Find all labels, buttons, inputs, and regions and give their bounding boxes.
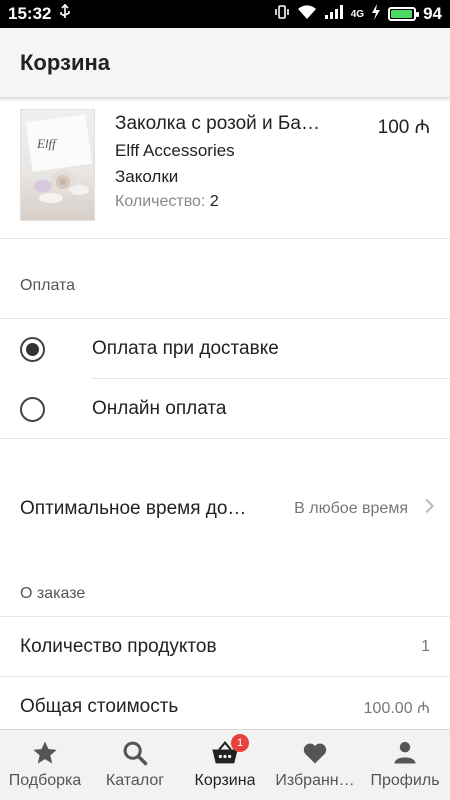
payment-option-label: Онлайн оплата (92, 397, 227, 419)
nav-item-cart[interactable]: 1 Корзина (180, 730, 270, 800)
payment-section-header: Оплата (0, 239, 450, 319)
nav-item-profile[interactable]: Профиль (360, 730, 450, 800)
status-time: 15:32 (8, 4, 52, 23)
battery-icon (388, 7, 420, 21)
heart-icon (300, 738, 330, 768)
nav-label: Каталог (105, 772, 165, 789)
payment-option-cash-on-delivery[interactable]: Оплата при доставке (0, 319, 450, 379)
battery-percent: 94 (423, 4, 442, 23)
nav-label: Корзина (194, 772, 256, 789)
order-row-total-cost: Общая стоимость 100.00 ₼ (0, 677, 450, 729)
charging-icon (371, 3, 381, 25)
order-row-product-count: Количество продуктов 1 (0, 617, 450, 677)
search-icon (120, 738, 150, 768)
radio-unchecked-icon[interactable] (20, 397, 45, 422)
star-icon (30, 738, 60, 768)
delivery-time-row[interactable]: Оптимальное время до… В любое время (0, 479, 450, 539)
order-row-label: Количество продуктов (20, 635, 217, 657)
delivery-time-label: Оптимальное время до… (20, 498, 247, 519)
bottom-navigation: Подборка Каталог 1 Корзина Избранн… Проф… (0, 729, 450, 800)
product-price: 100 ₼ (377, 117, 430, 138)
payment-option-label: Оплата при доставке (92, 338, 279, 359)
wifi-icon (297, 4, 317, 25)
order-row-value: 100.00 ₼ (363, 699, 430, 717)
nav-item-favorites[interactable]: Избранн… (270, 730, 360, 800)
battery-level-fill (391, 10, 412, 18)
network-type: 4G (350, 8, 365, 20)
cart-badge: 1 (231, 734, 249, 752)
nav-label: Подборка (8, 772, 82, 789)
product-brand: Elff Accessories (115, 141, 235, 160)
product-quantity-label: Количество: (115, 193, 206, 210)
person-icon (390, 738, 420, 768)
nav-label: Избранн… (275, 772, 355, 789)
chevron-right-icon (419, 498, 435, 514)
product-quantity: Количество: 2 (115, 193, 219, 211)
nav-label: Профиль (370, 772, 440, 789)
signal-icon (324, 4, 344, 25)
product-name: Заколка с розой и Ба… (115, 113, 320, 134)
order-section-header: О заказе (0, 559, 450, 617)
cart-content: Elff Заколка с розой и Ба… 100 ₼ Elff Ac… (0, 99, 450, 729)
nav-item-catalog[interactable]: Каталог (90, 730, 180, 800)
vibrate-icon (274, 4, 290, 25)
product-image-logo: Elff (37, 136, 56, 151)
payment-option-online[interactable]: Онлайн оплата (0, 379, 450, 439)
cart-product-item[interactable]: Elff Заколка с розой и Ба… 100 ₼ Elff Ac… (0, 99, 450, 239)
status-bar: 15:32 4G 94 (0, 0, 450, 28)
order-row-value: 1 (421, 637, 430, 655)
nav-item-selection[interactable]: Подборка (0, 730, 90, 800)
app-bar: Корзина (0, 28, 450, 98)
usb-icon (59, 3, 71, 25)
product-image: Elff (20, 109, 95, 221)
order-row-label: Общая стоимость (20, 695, 179, 717)
page-title: Корзина (20, 49, 110, 75)
delivery-time-value: В любое время (294, 500, 408, 517)
radio-checked-icon[interactable] (20, 337, 45, 362)
product-category: Заколки (115, 167, 179, 186)
product-quantity-value: 2 (209, 193, 219, 210)
